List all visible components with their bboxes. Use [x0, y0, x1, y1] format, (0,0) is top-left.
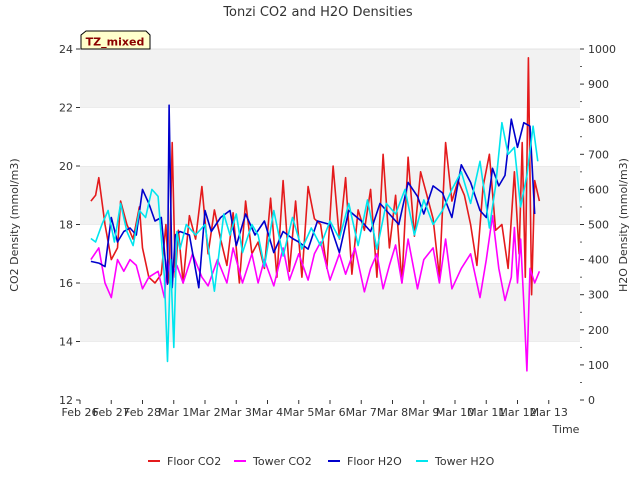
right-tick-label: 400	[588, 254, 609, 267]
right-tick-label: 200	[588, 324, 609, 337]
right-axis-label: H2O Density (mmol/m3)	[617, 158, 630, 292]
background-band	[80, 283, 580, 342]
legend-label: Tower H2O	[434, 455, 495, 468]
x-tick-label: Mar 5	[283, 406, 314, 419]
left-tick-label: 20	[59, 160, 73, 173]
x-tick-label: Mar 2	[189, 406, 220, 419]
annotation-badge: TZ_mixed	[80, 30, 151, 50]
legend: Floor CO2 Tower CO2 Floor H2O Tower H2O	[148, 455, 495, 468]
background-band	[80, 341, 580, 400]
right-tick-label: 600	[588, 183, 609, 196]
legend-label: Tower CO2	[252, 455, 312, 468]
x-tick-label: Mar 4	[252, 406, 283, 419]
x-tick-label: Mar 1	[158, 406, 189, 419]
x-tick-label: Mar 6	[314, 406, 345, 419]
left-axis-label: CO2 Density (mmol/m3)	[8, 158, 21, 291]
right-tick-label: 300	[588, 289, 609, 302]
x-tick-label: Mar 8	[377, 406, 408, 419]
right-tick-label: 0	[588, 394, 595, 407]
x-tick-label: Feb 28	[124, 406, 161, 419]
chart: Tonzi CO2 and H2O Densities 121416182022…	[8, 5, 630, 468]
left-tick-label: 14	[59, 336, 73, 349]
right-tick-label: 1000	[588, 43, 616, 56]
right-tick-label: 500	[588, 219, 609, 232]
right-tick-label: 700	[588, 148, 609, 161]
chart-title: Tonzi CO2 and H2O Densities	[222, 5, 413, 20]
x-tick-label: Mar 9	[408, 406, 439, 419]
x-axis-label: Time	[552, 423, 580, 436]
x-tick-label: Mar 3	[221, 406, 252, 419]
right-tick-label: 100	[588, 359, 609, 372]
left-tick-label: 24	[59, 43, 73, 56]
x-tick-label: Mar 7	[346, 406, 377, 419]
background-band	[80, 224, 580, 283]
legend-label: Floor CO2	[167, 455, 221, 468]
x-tick-label: Mar 13	[530, 406, 568, 419]
left-tick-label: 16	[59, 277, 73, 290]
right-tick-label: 900	[588, 78, 609, 91]
left-tick-label: 22	[59, 102, 73, 115]
left-axis-ticks: 12141618202224	[59, 43, 80, 407]
annotation-text: TZ_mixed	[86, 36, 145, 49]
x-axis-ticks: Feb 26Feb 27Feb 28Mar 1 Mar 2 Mar 3 Mar 4 Ma…	[62, 400, 568, 419]
background-band	[80, 49, 580, 108]
legend-label: Floor H2O	[347, 455, 402, 468]
left-tick-label: 18	[59, 219, 73, 232]
right-tick-label: 800	[588, 113, 609, 126]
right-axis-ticks: 0 100 200 300 400 500 600 700 800 900 1000	[580, 43, 616, 407]
